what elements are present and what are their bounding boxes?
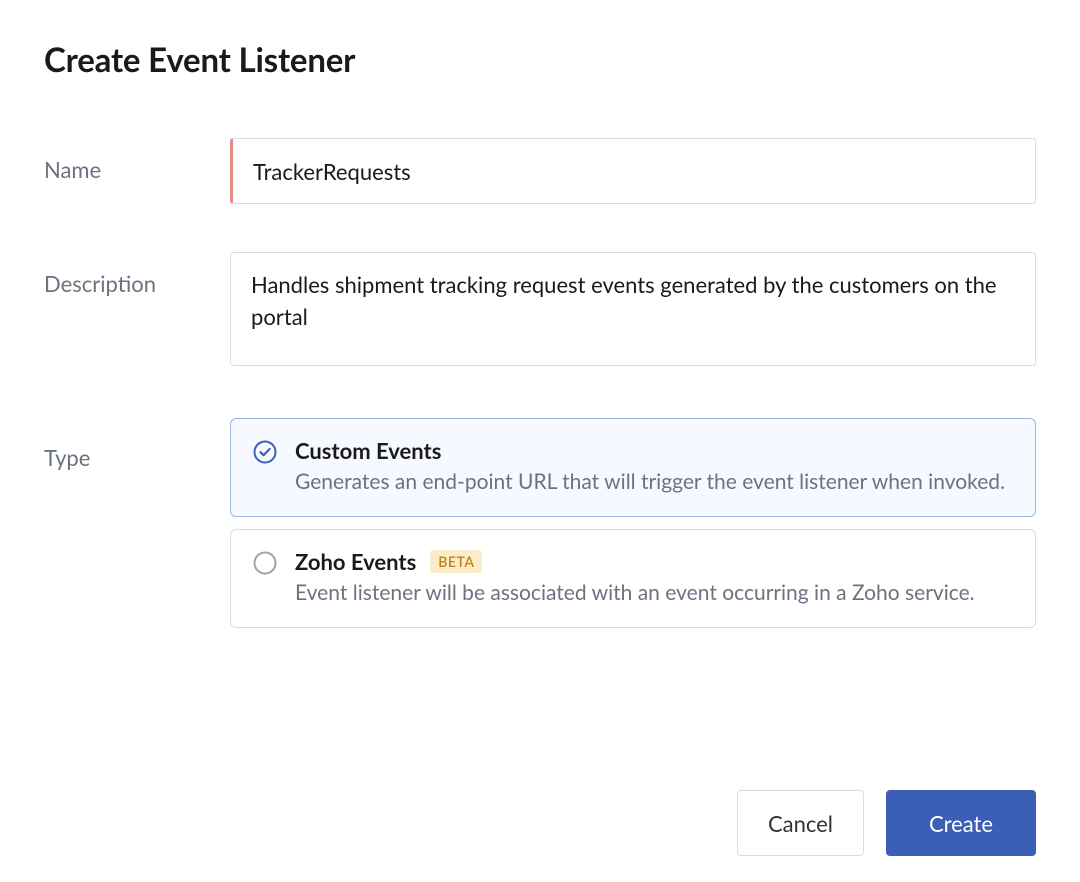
type-options: Custom Events Generates an end-point URL… (230, 418, 1036, 628)
description-label: Description (44, 252, 230, 297)
type-label: Type (44, 418, 230, 471)
radio-selected-icon (253, 440, 277, 464)
radio-unselected-icon (253, 551, 277, 575)
name-label: Name (44, 138, 230, 183)
type-option-body: Custom Events Generates an end-point URL… (295, 437, 1013, 496)
form-row-type: Type Custom Events Generates (44, 418, 1036, 628)
type-option-title: Zoho Events (295, 548, 416, 575)
name-input[interactable] (230, 138, 1036, 204)
description-field-wrap: Handles shipment tracking request events… (230, 252, 1036, 370)
name-field-wrap (230, 138, 1036, 204)
type-option-zoho-events[interactable]: Zoho Events BETA Event listener will be … (230, 529, 1036, 628)
cancel-button[interactable]: Cancel (737, 790, 864, 856)
type-option-description: Event listener will be associated with a… (295, 579, 1013, 607)
type-option-description: Generates an end-point URL that will tri… (295, 468, 1013, 496)
create-event-listener-form: Create Event Listener Name Description H… (0, 0, 1080, 628)
description-input[interactable]: Handles shipment tracking request events… (230, 252, 1036, 366)
type-option-custom-events[interactable]: Custom Events Generates an end-point URL… (230, 418, 1036, 517)
form-row-description: Description Handles shipment tracking re… (44, 252, 1036, 370)
create-button[interactable]: Create (886, 790, 1036, 856)
form-row-name: Name (44, 138, 1036, 204)
type-option-title: Custom Events (295, 437, 441, 464)
beta-badge: BETA (430, 550, 482, 573)
page-title: Create Event Listener (44, 40, 1036, 80)
form-footer: Cancel Create (737, 790, 1036, 856)
type-option-body: Zoho Events BETA Event listener will be … (295, 548, 1013, 607)
type-field-wrap: Custom Events Generates an end-point URL… (230, 418, 1036, 628)
